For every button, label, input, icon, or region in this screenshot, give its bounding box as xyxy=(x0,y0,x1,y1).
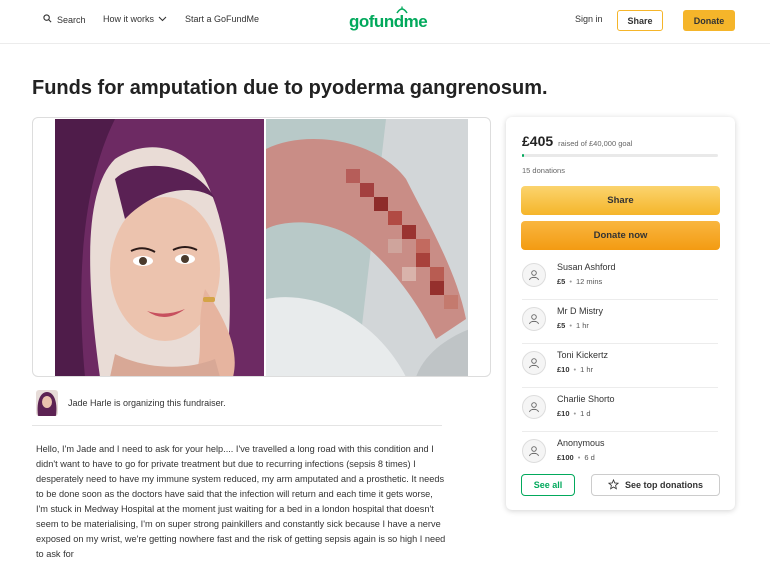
donation-amount: £10 xyxy=(557,365,570,374)
progress-bar xyxy=(522,154,718,157)
gofundme-logo[interactable]: gofundme xyxy=(349,12,428,32)
progress-fill xyxy=(522,154,524,157)
donor-icon xyxy=(522,263,546,287)
start-gofundme-link[interactable]: Start a GoFundMe xyxy=(185,14,259,24)
donor-meta: £5 • 1 hr xyxy=(557,321,589,330)
raised-amount: £405 xyxy=(522,133,554,149)
search-label: Search xyxy=(57,14,86,25)
donation-amount: £5 xyxy=(557,277,566,286)
list-item: Susan Ashford £5 • 12 mins xyxy=(522,256,718,300)
donor-meta: £5 • 12 mins xyxy=(557,277,603,286)
donor-name: Anonymous xyxy=(557,438,605,448)
see-all-button[interactable]: See all xyxy=(521,474,575,496)
campaign-story: Hello, I'm Jade and I need to ask for yo… xyxy=(36,444,446,559)
donor-name: Toni Kickertz xyxy=(557,350,609,360)
campaign-photo[interactable] xyxy=(32,117,491,377)
sign-in-link[interactable]: Sign in xyxy=(575,14,603,24)
donation-panel: £405 raised of £40,000 goal 15 donations… xyxy=(506,117,735,510)
donor-meta: £100 • 6 d xyxy=(557,453,595,462)
how-it-works-menu[interactable]: How it works xyxy=(103,14,167,24)
donation-amount: £10 xyxy=(557,409,570,418)
donation-amount: £5 xyxy=(557,321,566,330)
list-item: Toni Kickertz £10 • 1 hr xyxy=(522,344,718,388)
goal-text: raised of £40,000 goal xyxy=(558,139,633,148)
logo-sun-icon xyxy=(396,6,408,14)
donation-time: 1 hr xyxy=(575,321,589,330)
star-icon xyxy=(607,478,620,492)
donor-name: Charlie Shorto xyxy=(557,394,615,404)
search-link[interactable]: Search xyxy=(43,14,86,25)
header-donate-button[interactable]: Donate xyxy=(683,10,735,31)
donor-icon xyxy=(522,351,546,375)
list-item: Charlie Shorto £10 • 1 d xyxy=(522,388,718,432)
how-it-works-label: How it works xyxy=(103,14,155,24)
organizer-portrait-image xyxy=(55,119,264,376)
donor-meta: £10 • 1 hr xyxy=(557,365,594,374)
donation-time: 12 mins xyxy=(575,277,603,286)
search-icon xyxy=(43,14,52,25)
donor-icon xyxy=(522,307,546,331)
donation-amount: £100 xyxy=(557,453,574,462)
raised-summary: £405 raised of £40,000 goal xyxy=(522,133,632,149)
see-top-donations-button[interactable]: See top donations xyxy=(591,474,720,496)
campaign-title: Funds for amputation due to pyoderma gan… xyxy=(32,77,548,99)
donation-count: 15 donations xyxy=(522,166,565,175)
see-top-donations-label: See top donations xyxy=(624,480,703,490)
donor-meta: £10 • 1 d xyxy=(557,409,591,418)
organizer-row: Jade Harle is organizing this fundraiser… xyxy=(36,390,226,416)
donate-now-button[interactable]: Donate now xyxy=(521,221,720,250)
header-share-button[interactable]: Share xyxy=(617,10,663,31)
donor-name: Susan Ashford xyxy=(557,262,616,272)
avatar[interactable] xyxy=(36,390,58,416)
list-item: Mr D Mistry £5 • 1 hr xyxy=(522,300,718,344)
donation-time: 6 d xyxy=(584,453,595,462)
donor-name: Mr D Mistry xyxy=(557,306,603,316)
donation-time: 1 d xyxy=(580,409,591,418)
donor-icon xyxy=(522,439,546,463)
donation-time: 1 hr xyxy=(580,365,594,374)
arm-wound-image xyxy=(264,119,468,376)
share-button[interactable]: Share xyxy=(521,186,720,215)
list-item: Anonymous £100 • 6 d xyxy=(522,432,718,476)
divider xyxy=(32,425,442,426)
organizer-text: Jade Harle is organizing this fundraiser… xyxy=(68,398,226,408)
chevron-down-icon xyxy=(158,14,167,24)
top-nav: Search How it works Start a GoFundMe gof… xyxy=(0,0,770,44)
donor-icon xyxy=(522,395,546,419)
